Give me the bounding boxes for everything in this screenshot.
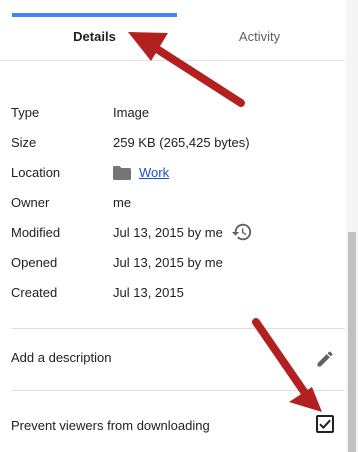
add-description-label[interactable]: Add a description xyxy=(11,350,111,365)
owner-value: me xyxy=(113,195,132,210)
active-tab-indicator xyxy=(12,13,177,17)
detail-row-modified: Modified Jul 13, 2015 by me xyxy=(0,222,345,242)
owner-label: Owner xyxy=(11,195,50,210)
scrollbar[interactable] xyxy=(346,0,358,452)
detail-row-type: Type Image xyxy=(0,102,345,122)
location-link[interactable]: Work xyxy=(139,165,169,180)
pencil-icon[interactable] xyxy=(315,349,335,369)
detail-row-owner: Owner me xyxy=(0,192,345,212)
opened-value: Jul 13, 2015 by me xyxy=(113,255,223,270)
section-divider xyxy=(11,328,345,329)
location-label: Location xyxy=(11,165,61,180)
folder-icon xyxy=(113,165,131,180)
detail-row-size: Size 259 KB (265,425 bytes) xyxy=(0,132,345,152)
detail-row-created: Created Jul 13, 2015 xyxy=(0,282,345,302)
created-label: Created xyxy=(11,285,58,300)
type-label: Type xyxy=(11,105,40,120)
detail-row-opened: Opened Jul 13, 2015 by me xyxy=(0,252,345,272)
tab-details[interactable]: Details xyxy=(12,29,177,44)
tab-bar: Details Activity xyxy=(0,0,345,61)
opened-label: Opened xyxy=(11,255,58,270)
section-divider xyxy=(11,390,345,391)
tab-activity[interactable]: Activity xyxy=(177,29,342,44)
location-value: Work xyxy=(113,165,169,180)
detail-row-location: Location Work xyxy=(0,162,345,182)
prevent-download-label: Prevent viewers from downloading xyxy=(11,418,210,433)
created-value: Jul 13, 2015 xyxy=(113,285,184,300)
modified-label: Modified xyxy=(11,225,61,240)
type-value: Image xyxy=(113,105,150,120)
modified-value: Jul 13, 2015 by me xyxy=(113,225,223,240)
size-label: Size xyxy=(11,135,37,150)
size-value: 259 KB (265,425 bytes) xyxy=(113,135,250,150)
prevent-download-checkbox[interactable] xyxy=(316,415,334,433)
arrow-to-checkbox xyxy=(252,318,322,412)
scrollbar-thumb[interactable] xyxy=(348,232,356,452)
history-icon[interactable] xyxy=(231,221,253,243)
checkmark-icon xyxy=(319,419,331,430)
